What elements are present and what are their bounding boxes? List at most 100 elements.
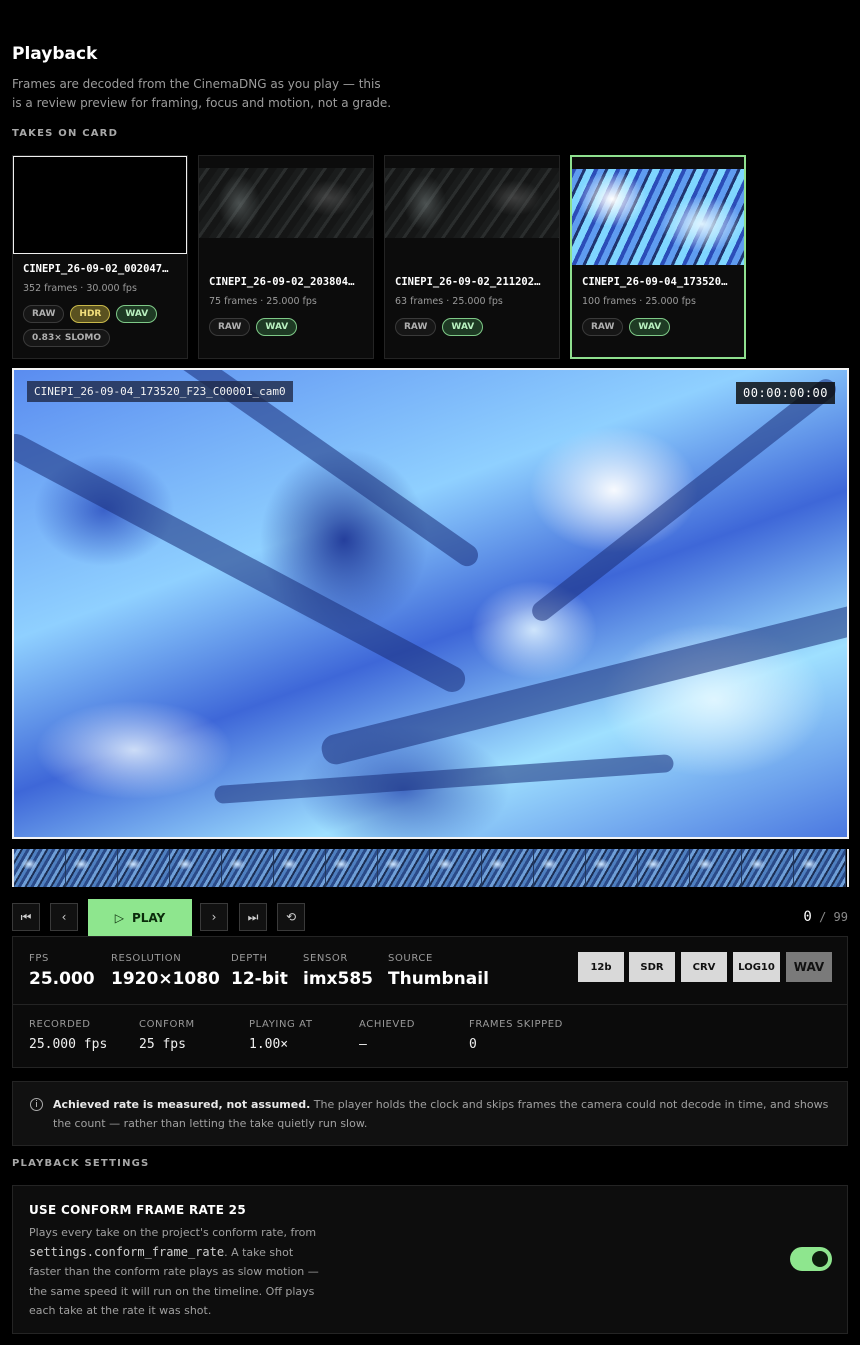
sdr-button[interactable]: SDR <box>629 952 675 982</box>
filmstrip-frame[interactable] <box>274 849 326 887</box>
info-bold: Achieved rate is measured, not assumed. <box>53 1098 311 1111</box>
take-name: CINEPI_26-09-02_211202… <box>395 276 541 288</box>
take-name: CINEPI_26-09-02_002047… <box>23 263 169 275</box>
info-text: Achieved rate is measured, not assumed. … <box>53 1095 833 1133</box>
filmstrip-frame[interactable] <box>742 849 794 887</box>
recorded-value: 25.000 fps <box>29 1037 108 1052</box>
sensor-label: SENSOR <box>303 953 348 964</box>
slomo-badge: 0.83× SLOMO <box>23 329 111 347</box>
filmstrip-frame[interactable] <box>326 849 378 887</box>
loop-button[interactable]: ⟲ <box>277 903 305 931</box>
filmstrip-frame[interactable] <box>118 849 170 887</box>
toggle-knob <box>812 1251 828 1267</box>
raw-badge: RAW <box>395 318 437 336</box>
crv-button[interactable]: CRV <box>681 952 727 982</box>
take-thumbnail <box>572 169 744 265</box>
filmstrip-frame[interactable] <box>222 849 274 887</box>
take-card-1[interactable]: CINEPI_26-09-02_002047… 352 frames · 30.… <box>12 155 188 359</box>
conform-setting-card: USE CONFORM FRAME RATE 25 Plays every ta… <box>12 1185 848 1334</box>
filmstrip-frame[interactable] <box>534 849 586 887</box>
loop-icon: ⟲ <box>285 910 297 924</box>
wav-badge: WAV <box>629 318 671 336</box>
take-card-4-selected[interactable]: CINEPI_26-09-04_173520… 100 frames · 25.… <box>570 155 746 359</box>
filmstrip-frame[interactable] <box>14 849 66 887</box>
take-meta: 352 frames · 30.000 fps <box>23 283 137 294</box>
info-box: i Achieved rate is measured, not assumed… <box>12 1081 848 1146</box>
timecode: 00:00:00:00 <box>736 382 835 404</box>
filmstrip-frame[interactable] <box>378 849 430 887</box>
raw-badge: RAW <box>23 305 65 323</box>
take-name: CINEPI_26-09-02_203804… <box>209 276 355 288</box>
skip-to-start-button[interactable]: ⏮ <box>12 903 40 931</box>
frames-skipped-label: FRAMES SKIPPED <box>469 1019 563 1030</box>
take-meta: 75 frames · 25.000 fps <box>209 296 317 307</box>
total-frames: 99 <box>833 910 848 924</box>
take-name: CINEPI_26-09-04_173520… <box>582 276 728 288</box>
filmstrip-frame[interactable] <box>638 849 690 887</box>
playback-settings-label: PLAYBACK SETTINGS <box>12 1158 150 1169</box>
source-value: Thumbnail <box>388 969 489 989</box>
clip-name-label: CINEPI_26-09-04_173520_F23_C00001_cam0 <box>27 381 293 402</box>
filmstrip-frame[interactable] <box>690 849 742 887</box>
take-card-2[interactable]: CINEPI_26-09-02_203804… 75 frames · 25.0… <box>198 155 374 359</box>
fps-label: FPS <box>29 953 49 964</box>
wav-badge: WAV <box>442 318 484 336</box>
filmstrip-frame[interactable] <box>430 849 482 887</box>
wav-badge: WAV <box>256 318 298 336</box>
conform-setting-description: Plays every take on the project's confor… <box>29 1226 319 1317</box>
source-label: SOURCE <box>388 953 433 964</box>
next-frame-button[interactable]: › <box>200 903 228 931</box>
fps-value: 25.000 <box>29 969 95 989</box>
take-thumbnail <box>199 168 373 238</box>
take-thumbnail <box>385 168 559 238</box>
conform-setting-title: USE CONFORM FRAME RATE 25 <box>29 1203 246 1217</box>
depth-label: DEPTH <box>231 953 268 964</box>
wav-badge: WAV <box>116 305 158 323</box>
conform-frame-rate-toggle[interactable] <box>790 1247 832 1271</box>
resolution-value: 1920×1080 <box>111 969 220 989</box>
playing-at-label: PLAYING AT <box>249 1019 313 1030</box>
achieved-label: ACHIEVED <box>359 1019 416 1030</box>
resolution-label: RESOLUTION <box>111 953 182 964</box>
chevron-right-icon: › <box>211 910 217 924</box>
setting-code: settings.conform_frame_rate <box>29 1244 225 1259</box>
takes-section-label: TAKES ON CARD <box>12 128 119 139</box>
play-icon: ▷ <box>114 910 124 925</box>
playing-at-value: 1.00× <box>249 1037 289 1052</box>
filmstrip-frame[interactable] <box>66 849 118 887</box>
skip-to-end-button[interactable]: ⏭ <box>239 903 267 931</box>
take-card-3[interactable]: CINEPI_26-09-02_211202… 63 frames · 25.0… <box>384 155 560 359</box>
raw-badge: RAW <box>582 318 624 336</box>
12b-button[interactable]: 12b <box>578 952 624 982</box>
recorded-label: RECORDED <box>29 1019 91 1030</box>
conform-label: CONFORM <box>139 1019 195 1030</box>
take-thumbnail <box>13 156 187 254</box>
skip-to-end-icon: ⏭ <box>247 909 259 924</box>
chevron-left-icon: ‹ <box>61 910 67 924</box>
take-meta: 63 frames · 25.000 fps <box>395 296 503 307</box>
filmstrip-frame[interactable] <box>170 849 222 887</box>
wav-button[interactable]: WAV <box>786 952 832 982</box>
filmstrip-frame[interactable] <box>482 849 534 887</box>
play-button[interactable]: ▷ PLAY <box>88 899 192 936</box>
depth-value: 12-bit <box>231 969 288 989</box>
play-label: PLAY <box>131 910 166 925</box>
skip-to-start-icon: ⏮ <box>20 909 32 924</box>
frames-skipped-value: 0 <box>469 1037 477 1052</box>
frame-separator: / <box>819 910 827 924</box>
page-title: Playback <box>12 44 98 64</box>
page-subtitle: Frames are decoded from the CinemaDNG as… <box>12 77 392 110</box>
previous-frame-button[interactable]: ‹ <box>50 903 78 931</box>
conform-value: 25 fps <box>139 1037 186 1052</box>
filmstrip-frame[interactable] <box>794 849 846 887</box>
sensor-value: imx585 <box>303 969 373 989</box>
log10-button[interactable]: LOG10 <box>733 952 780 982</box>
stats-divider <box>13 1004 847 1005</box>
stats-panel: FPS 25.000 RESOLUTION 1920×1080 DEPTH 12… <box>12 936 848 1068</box>
current-frame: 0 <box>803 909 812 925</box>
info-icon: i <box>30 1098 43 1111</box>
frame-counter: 0 / 99 <box>803 909 848 925</box>
video-viewer[interactable]: CINEPI_26-09-04_173520_F23_C00001_cam0 0… <box>12 368 849 839</box>
filmstrip[interactable] <box>12 849 849 887</box>
filmstrip-frame[interactable] <box>586 849 638 887</box>
